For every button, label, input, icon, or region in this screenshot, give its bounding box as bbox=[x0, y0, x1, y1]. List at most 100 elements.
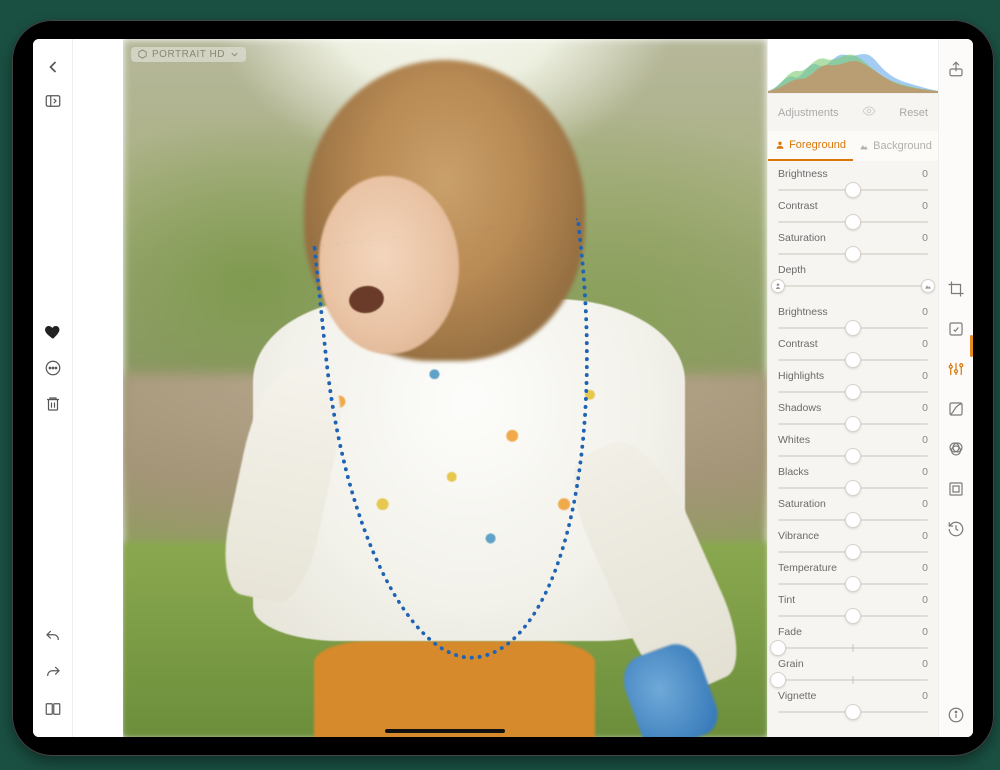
photo-preview[interactable]: PORTRAIT HD bbox=[123, 39, 767, 737]
slider-track[interactable] bbox=[778, 279, 928, 293]
slider-knob[interactable] bbox=[845, 416, 861, 432]
slider-value: 0 bbox=[922, 626, 928, 638]
slider-name: Whites bbox=[778, 434, 810, 446]
slider-name: Vignette bbox=[778, 690, 816, 702]
slider-name: Blacks bbox=[778, 466, 809, 478]
slider-knob[interactable] bbox=[770, 640, 786, 656]
slider-knob[interactable] bbox=[845, 320, 861, 336]
slider-track[interactable] bbox=[778, 215, 928, 229]
curves-tool-icon[interactable] bbox=[944, 397, 968, 421]
slider-track[interactable] bbox=[778, 545, 928, 559]
undo-button[interactable] bbox=[41, 625, 65, 649]
slider-track[interactable] bbox=[778, 641, 928, 655]
slider-blacks: Blacks0 bbox=[768, 463, 938, 495]
depth-end-knob[interactable] bbox=[921, 279, 935, 293]
slider-value: 0 bbox=[922, 338, 928, 350]
slider-track[interactable] bbox=[778, 705, 928, 719]
slider-track[interactable] bbox=[778, 513, 928, 527]
histogram bbox=[768, 39, 938, 94]
delete-button[interactable] bbox=[41, 392, 65, 416]
slider-grain: Grain 0 bbox=[768, 655, 938, 687]
slider-highlights: Highlights0 bbox=[768, 367, 938, 399]
slider-brightness: Brightness0 bbox=[768, 303, 938, 335]
slider-knob[interactable] bbox=[845, 246, 861, 262]
slider-value: 0 bbox=[922, 168, 928, 180]
tab-foreground[interactable]: Foreground bbox=[768, 131, 853, 161]
slider-knob[interactable] bbox=[845, 608, 861, 624]
slider-value: 0 bbox=[922, 200, 928, 212]
slider-vibrance: Vibrance0 bbox=[768, 527, 938, 559]
slider-name: Fade bbox=[778, 626, 802, 638]
redo-button[interactable] bbox=[41, 661, 65, 685]
slider-value: 0 bbox=[922, 232, 928, 244]
more-button[interactable] bbox=[41, 356, 65, 380]
tab-foreground-label: Foreground bbox=[789, 139, 846, 151]
slider-track[interactable] bbox=[778, 577, 928, 591]
tab-background[interactable]: Background bbox=[853, 131, 938, 161]
color-tool-icon[interactable] bbox=[944, 437, 968, 461]
slider-name: Vibrance bbox=[778, 530, 819, 542]
slider-knob[interactable] bbox=[845, 512, 861, 528]
slider-track[interactable] bbox=[778, 481, 928, 495]
slider-value: 0 bbox=[922, 498, 928, 510]
slider-saturation: Saturation 0 bbox=[768, 229, 938, 261]
adjust-tool-icon[interactable] bbox=[944, 357, 968, 381]
right-toolbar bbox=[938, 39, 973, 737]
slider-name: Shadows bbox=[778, 402, 821, 414]
slider-track[interactable] bbox=[778, 353, 928, 367]
slider-track[interactable] bbox=[778, 673, 928, 687]
info-button[interactable] bbox=[944, 703, 968, 727]
slider-value: 0 bbox=[922, 658, 928, 670]
slider-knob[interactable] bbox=[845, 214, 861, 230]
slider-knob[interactable] bbox=[845, 576, 861, 592]
slider-value: 0 bbox=[922, 690, 928, 702]
slider-knob[interactable] bbox=[845, 544, 861, 560]
slider-value: 0 bbox=[922, 402, 928, 414]
slider-brightness: Brightness0 bbox=[768, 165, 938, 197]
slider-name: Saturation bbox=[778, 498, 826, 510]
slider-knob[interactable] bbox=[845, 480, 861, 496]
slider-vignette: Vignette 0 bbox=[768, 687, 938, 719]
adjustments-panel: Adjustments Reset Foreground Background bbox=[767, 39, 938, 737]
slider-temperature: Temperature0 bbox=[768, 559, 938, 591]
slider-name: Tint bbox=[778, 594, 795, 606]
slider-track[interactable] bbox=[778, 449, 928, 463]
crop-tool-icon[interactable] bbox=[944, 277, 968, 301]
slider-name: Highlights bbox=[778, 370, 824, 382]
favorite-button[interactable] bbox=[41, 320, 65, 344]
slider-knob[interactable] bbox=[845, 182, 861, 198]
canvas: PORTRAIT HD bbox=[123, 39, 767, 737]
depth-start-knob[interactable] bbox=[771, 279, 785, 293]
share-button[interactable] bbox=[944, 57, 968, 81]
portrait-hd-badge[interactable]: PORTRAIT HD bbox=[131, 47, 246, 62]
slider-contrast: Contrast0 bbox=[768, 335, 938, 367]
slider-track[interactable] bbox=[778, 385, 928, 399]
panel-title: Adjustments bbox=[778, 107, 839, 119]
slider-knob[interactable] bbox=[845, 448, 861, 464]
presets-tool-icon[interactable] bbox=[944, 317, 968, 341]
slider-track[interactable] bbox=[778, 321, 928, 335]
sliders-list: Brightness0Contrast0Saturation0DepthBrig… bbox=[768, 161, 938, 737]
compare-button[interactable] bbox=[41, 697, 65, 721]
slider-track[interactable] bbox=[778, 247, 928, 261]
slider-knob[interactable] bbox=[845, 704, 861, 720]
slider-knob[interactable] bbox=[770, 672, 786, 688]
slider-whites: Whites0 bbox=[768, 431, 938, 463]
slider-knob[interactable] bbox=[845, 352, 861, 368]
frame-tool-icon[interactable] bbox=[944, 477, 968, 501]
slider-name: Brightness bbox=[778, 306, 828, 318]
back-button[interactable] bbox=[41, 55, 65, 79]
slider-name: Grain bbox=[778, 658, 804, 670]
sidebar-toggle-icon[interactable] bbox=[43, 91, 63, 111]
visibility-toggle-icon[interactable] bbox=[862, 104, 876, 121]
slider-knob[interactable] bbox=[845, 384, 861, 400]
slider-shadows: Shadows 0 bbox=[768, 399, 938, 431]
slider-fade: Fade 0 bbox=[768, 623, 938, 655]
slider-track[interactable] bbox=[778, 609, 928, 623]
slider-track[interactable] bbox=[778, 183, 928, 197]
slider-name: Depth bbox=[778, 264, 806, 276]
reset-button[interactable]: Reset bbox=[899, 107, 928, 119]
history-tool-icon[interactable] bbox=[944, 517, 968, 541]
slider-track[interactable] bbox=[778, 417, 928, 431]
slider-name: Saturation bbox=[778, 232, 826, 244]
